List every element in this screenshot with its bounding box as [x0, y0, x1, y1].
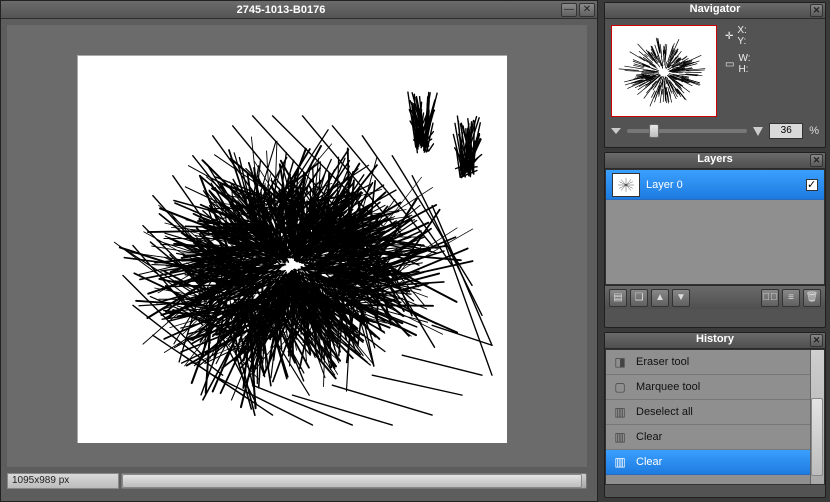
document-window: 2745-1013-B0176 — ✕ [0, 0, 598, 502]
close-button[interactable]: ✕ [579, 3, 595, 17]
panel-close-icon[interactable]: ✕ [810, 4, 823, 17]
panel-close-icon[interactable]: ✕ [810, 334, 823, 347]
history-scrollbar[interactable] [810, 350, 824, 484]
history-item-clear-selected[interactable]: ▥Clear [606, 450, 824, 475]
deselect-icon: ▥ [612, 404, 628, 420]
zoom-slider[interactable] [627, 129, 747, 133]
history-item-deselect[interactable]: ▥Deselect all [606, 400, 824, 425]
horizontal-scrollbar[interactable] [121, 473, 587, 489]
layer-list[interactable]: Layer 0 [605, 169, 825, 285]
navigator-meta: ✛X:Y: ▭W:H: [725, 25, 819, 117]
delete-layer-icon[interactable]: 🗑 [803, 289, 821, 307]
layer-visibility-checkbox[interactable] [806, 179, 818, 191]
zoom-slider-thumb[interactable] [649, 124, 659, 138]
zoom-unit: % [809, 125, 819, 137]
canvas[interactable]: (function(){ var g=document.getElementBy… [77, 55, 507, 443]
history-list[interactable]: ◨Eraser tool ▢Marquee tool ▥Deselect all… [605, 349, 825, 485]
canvas-artwork: (function(){ var g=document.getElementBy… [78, 56, 507, 443]
layers-toolbar: ▤ ❏ ▲ ▼ �⃞ ≡ 🗑 [605, 285, 825, 309]
zoom-input[interactable]: 36 [769, 123, 803, 139]
duplicate-layer-icon[interactable]: ❏ [630, 289, 648, 307]
layer-settings-icon[interactable]: �⃞ [761, 289, 779, 307]
layer-down-icon[interactable]: ▼ [672, 289, 690, 307]
status-bar-dimensions: 1095x989 px [7, 473, 119, 489]
navigator-title: Navigator✕ [605, 3, 825, 19]
canvas-viewport[interactable]: (function(){ var g=document.getElementBy… [7, 25, 587, 467]
merge-layers-icon[interactable]: ≡ [782, 289, 800, 307]
history-item-eraser[interactable]: ◨Eraser tool [606, 350, 824, 375]
history-item-clear[interactable]: ▥Clear [606, 425, 824, 450]
layers-panel: Layers✕ Layer 0 ▤ ❏ ▲ ▼ �⃞ ≡ 🗑 [604, 152, 826, 328]
navigator-thumbnail: (function(){ var g=document.getElementBy… [612, 26, 716, 116]
clear-icon: ▥ [612, 429, 628, 445]
zoom-slider-row: 36 % [605, 123, 825, 143]
zoom-out-icon[interactable] [611, 128, 621, 134]
navigator-panel: Navigator✕ (function(){ var g=document.g… [604, 2, 826, 148]
history-scrollbar-thumb[interactable] [811, 398, 823, 476]
history-title: History✕ [605, 333, 825, 349]
layer-up-icon[interactable]: ▲ [651, 289, 669, 307]
navigator-preview[interactable]: (function(){ var g=document.getElementBy… [611, 25, 717, 117]
minimize-button[interactable]: — [561, 3, 577, 17]
eraser-icon: ◨ [612, 354, 628, 370]
marquee-icon: ▢ [612, 379, 628, 395]
scrollbar-thumb[interactable] [122, 474, 582, 488]
document-title: 2745-1013-B0176 [1, 4, 561, 16]
layer-thumbnail [612, 173, 640, 197]
layers-title: Layers✕ [605, 153, 825, 169]
layer-row[interactable]: Layer 0 [606, 170, 824, 200]
crosshair-icon: ✛ [725, 31, 733, 42]
history-panel: History✕ ◨Eraser tool ▢Marquee tool ▥Des… [604, 332, 826, 498]
crop-icon: ▭ [725, 59, 734, 70]
history-item-marquee[interactable]: ▢Marquee tool [606, 375, 824, 400]
clear-icon: ▥ [612, 454, 628, 470]
document-titlebar: 2745-1013-B0176 — ✕ [1, 1, 597, 19]
zoom-in-icon[interactable] [753, 127, 763, 136]
layer-name: Layer 0 [646, 179, 683, 191]
panel-close-icon[interactable]: ✕ [810, 154, 823, 167]
new-layer-icon[interactable]: ▤ [609, 289, 627, 307]
